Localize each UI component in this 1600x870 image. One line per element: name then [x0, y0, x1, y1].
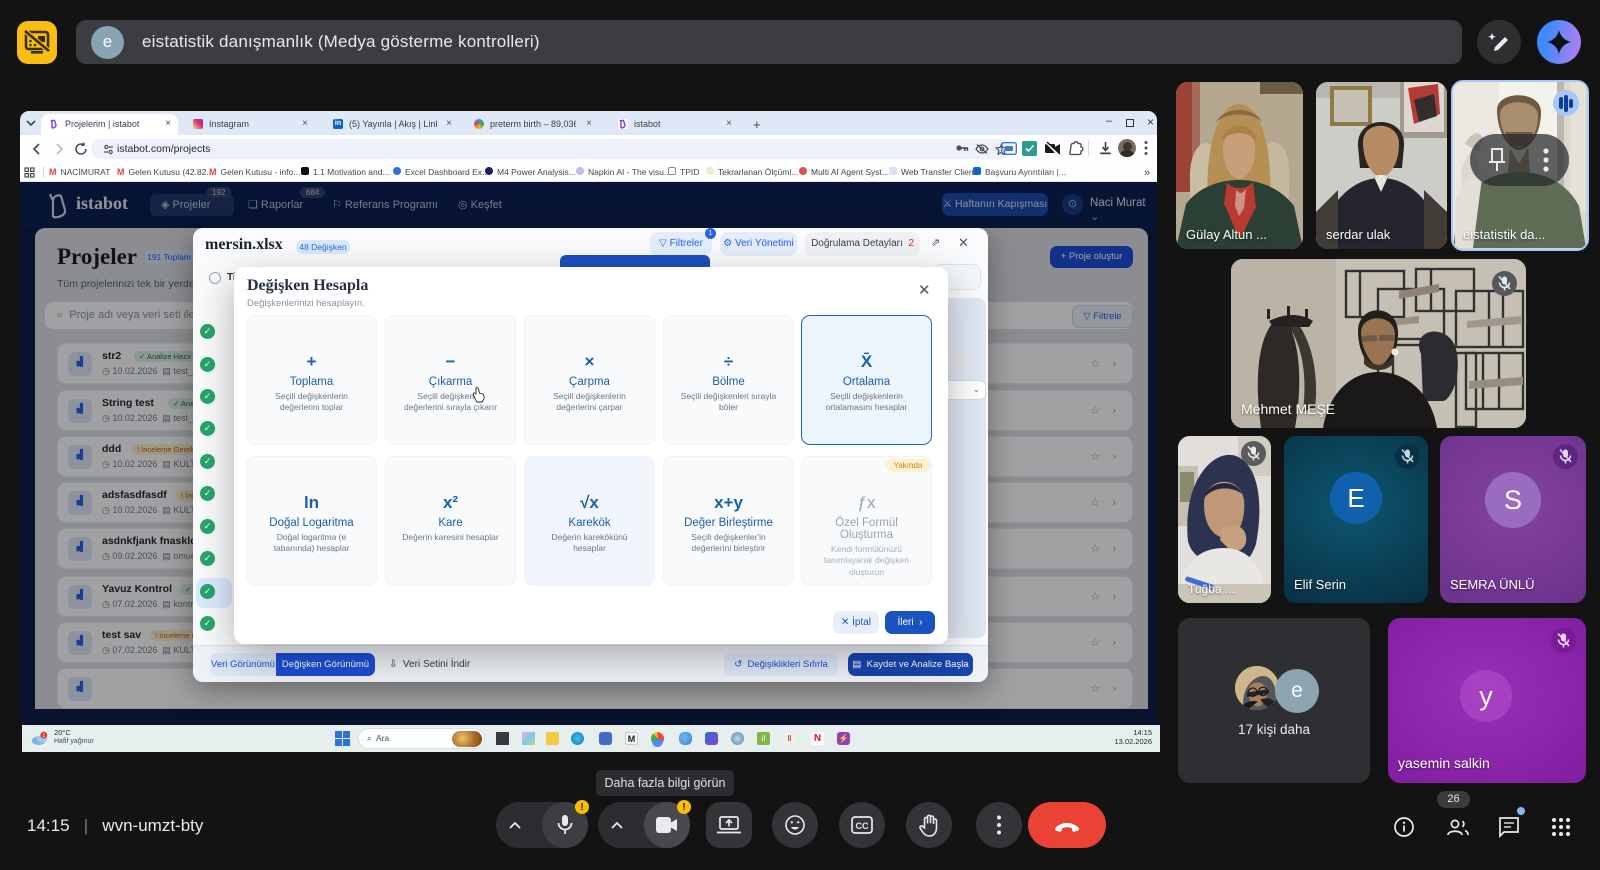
svg-text:CC: CC [856, 821, 869, 831]
svg-text:1: 1 [42, 733, 45, 739]
